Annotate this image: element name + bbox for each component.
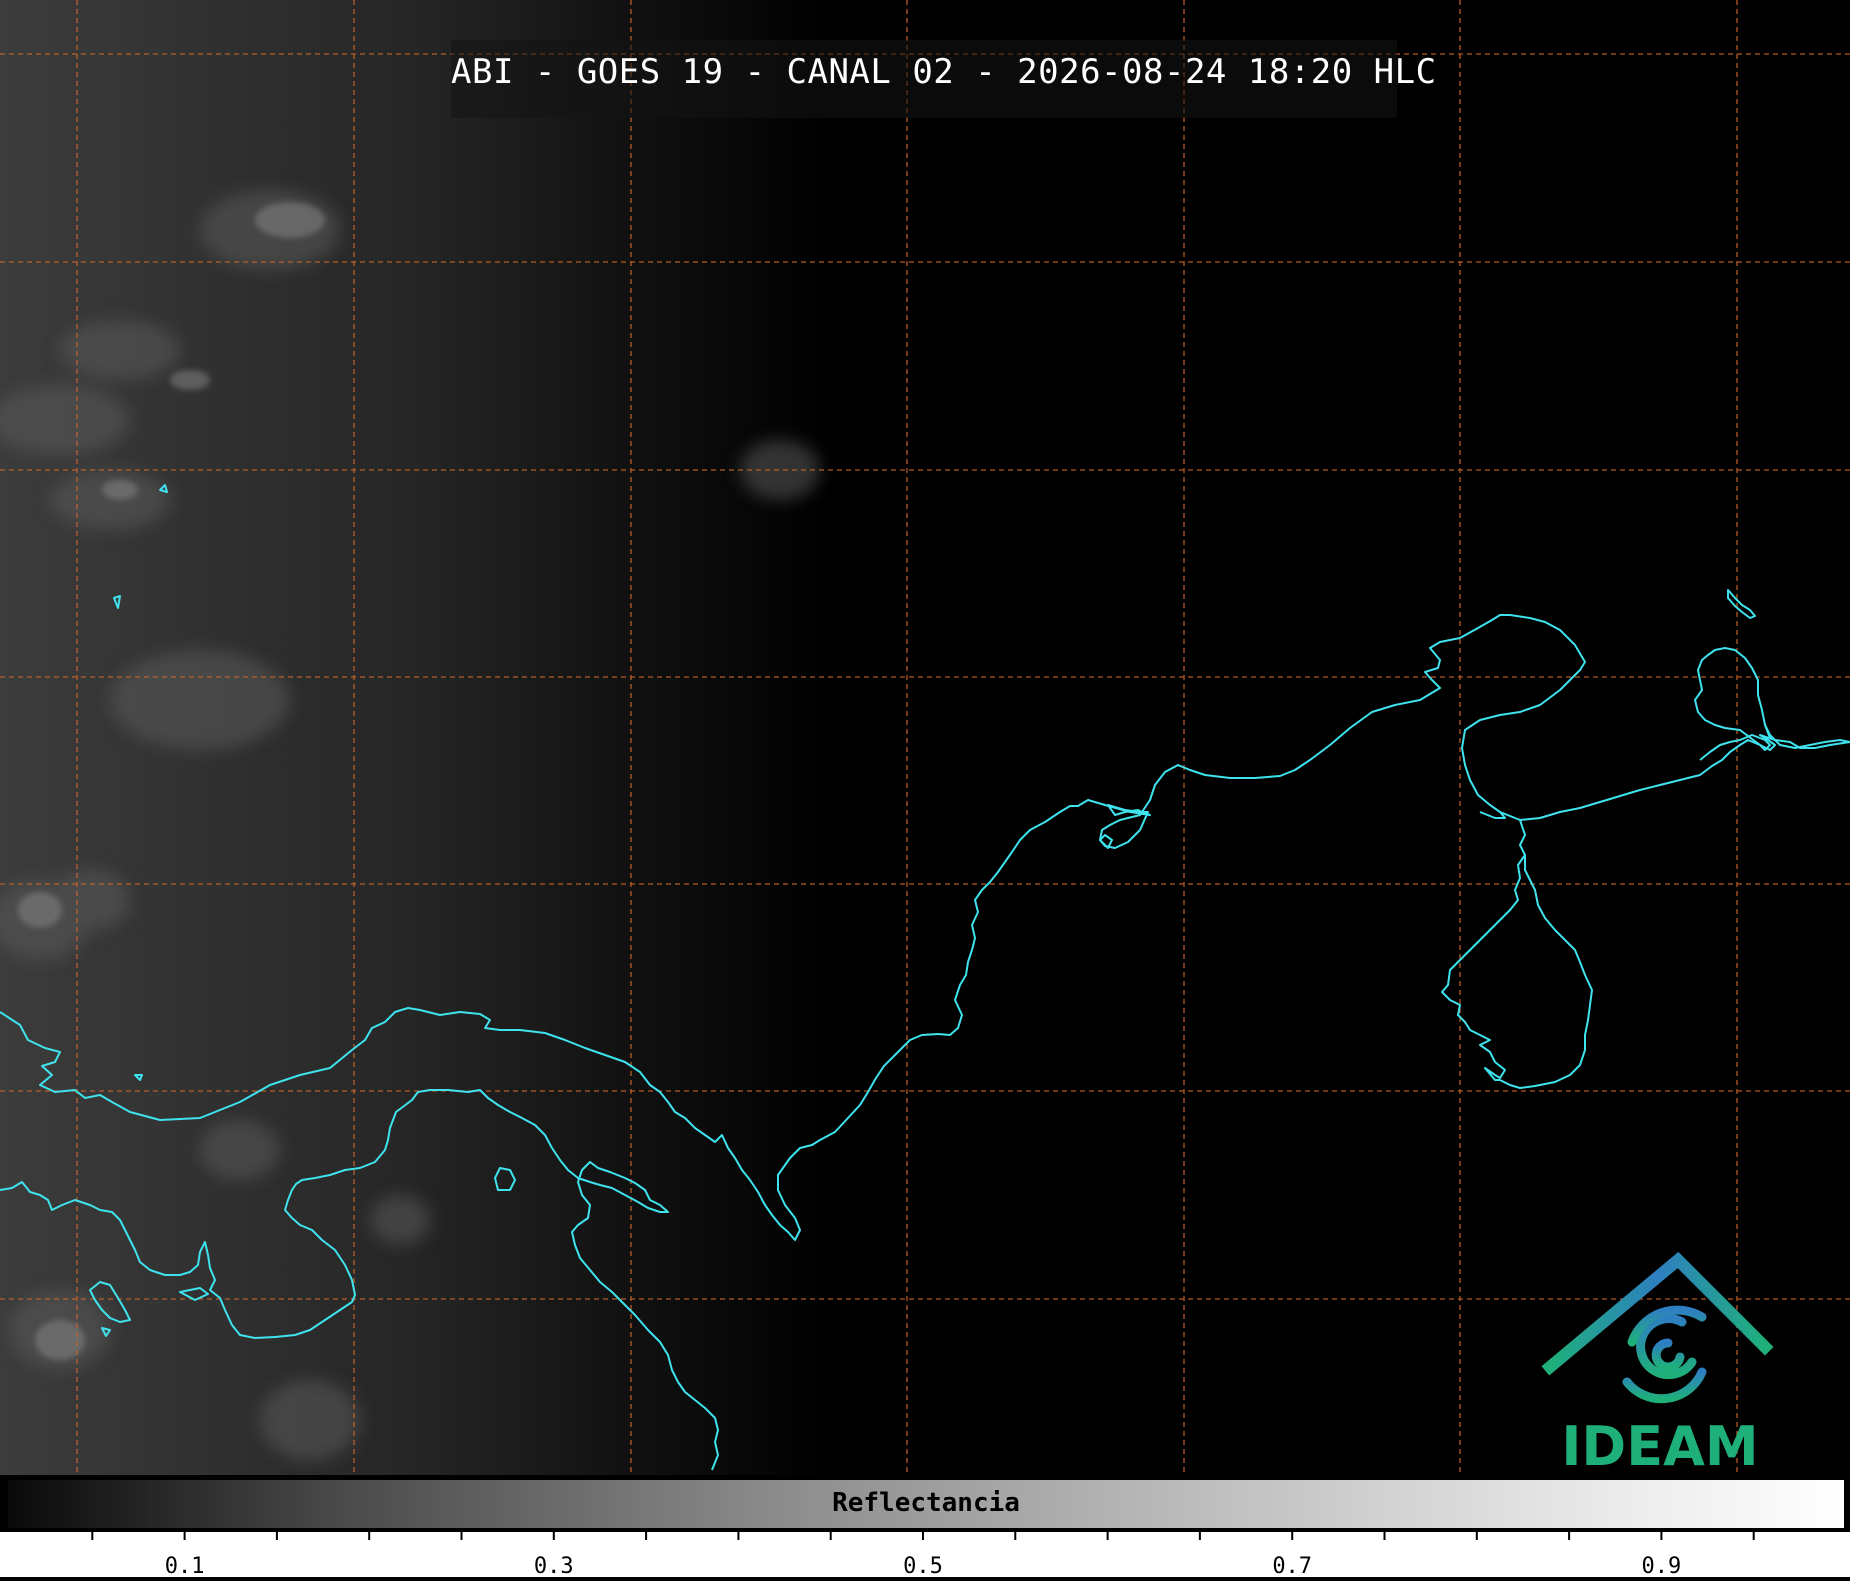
colorbar-tick-label: 0.1 bbox=[164, 1554, 205, 1579]
ideam-logo-icon bbox=[1541, 1251, 1774, 1404]
colorbar-tick-label: 0.5 bbox=[903, 1554, 943, 1579]
colorbar-tick-label: 0.7 bbox=[1272, 1554, 1313, 1579]
colorbar: Reflectancia bbox=[6, 1478, 1846, 1532]
colorbar-label: Reflectancia bbox=[832, 1488, 1020, 1518]
colorbar-tick-label: 0.3 bbox=[533, 1554, 574, 1579]
ideam-logo-text: IDEAM bbox=[1561, 1415, 1759, 1478]
map-title: ABI - GOES 19 - CANAL 02 - 2026-08-24 18… bbox=[451, 52, 1437, 92]
colorbar-tick-label: 0.9 bbox=[1641, 1554, 1682, 1579]
